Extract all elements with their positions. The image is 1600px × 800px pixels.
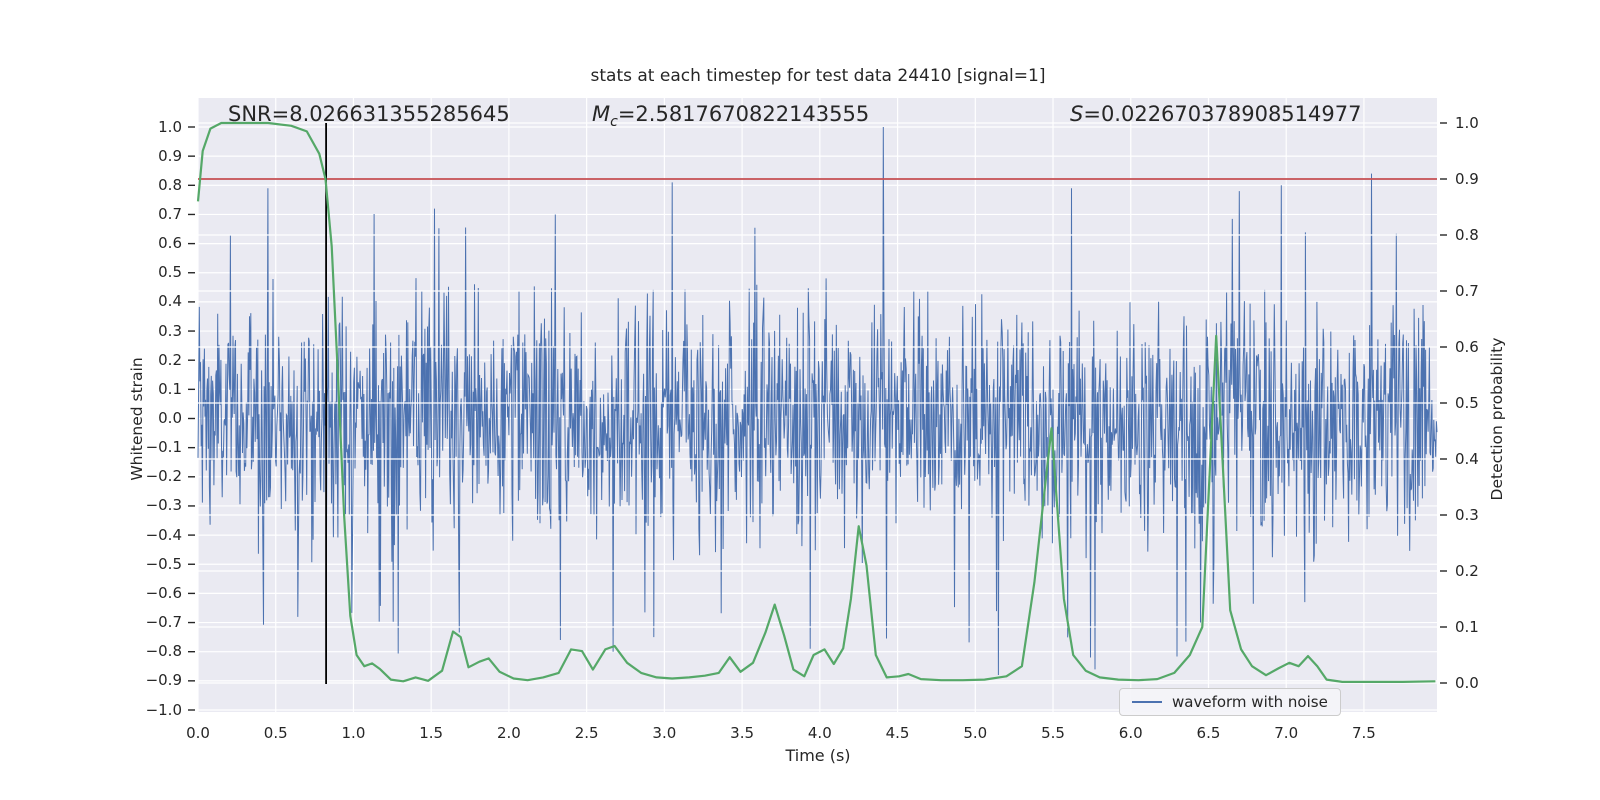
x-tick-label: 6.0 xyxy=(1118,724,1143,742)
x-axis-label: Time (s) xyxy=(785,746,851,765)
y-left-axis-label: Whitened strain xyxy=(128,357,146,481)
figure: stats at each timestep for test data 244… xyxy=(0,0,1600,800)
x-tick-label: 3.0 xyxy=(652,724,677,742)
y-right-tick-label: 0.7 xyxy=(1455,281,1479,300)
y-left-tick-label: 0.7 xyxy=(158,204,182,223)
x-tick-label: 1.0 xyxy=(341,724,366,742)
y-left-tick-label: 0.3 xyxy=(158,321,182,340)
legend-line-sample xyxy=(1132,701,1162,703)
y-right-tick-label: 0.2 xyxy=(1455,561,1479,580)
y-left-tick-label: −0.3 xyxy=(145,496,182,515)
y-right-axis-label: Detection probability xyxy=(1488,337,1506,501)
y-right-tick-label: 0.8 xyxy=(1455,225,1479,244)
y-right-tick-label: 0.3 xyxy=(1455,505,1479,524)
y-left-tick-label: −0.8 xyxy=(145,642,182,661)
y-left-tick-label: 0.9 xyxy=(158,146,182,165)
y-right-tick-label: 0.5 xyxy=(1455,393,1479,412)
y-left-tick-label: −0.2 xyxy=(145,467,182,486)
y-right-tick-label: 0.9 xyxy=(1455,169,1479,188)
y-left-tick-label: −0.5 xyxy=(145,554,182,573)
y-right-tick-label: 0.0 xyxy=(1455,673,1479,692)
annotation-snr: SNR=8.026631355285645 xyxy=(228,102,510,126)
y-left-tick-label: 0.5 xyxy=(158,263,182,282)
y-left-tick-label: −0.4 xyxy=(145,525,182,544)
x-tick-label: 7.5 xyxy=(1351,724,1376,742)
y-left-tick-label: −0.6 xyxy=(145,583,182,602)
y-right-tick-label: 0.6 xyxy=(1455,337,1479,356)
x-tick-label: 6.5 xyxy=(1196,724,1221,742)
chart-title: stats at each timestep for test data 244… xyxy=(590,66,1046,86)
x-tick-label: 0.0 xyxy=(186,724,210,742)
y-left-tick-label: −1.0 xyxy=(145,700,182,719)
y-left-tick-label: 0.1 xyxy=(158,379,182,398)
legend-label: waveform with noise xyxy=(1172,693,1328,711)
y-left-tick-label: 1.0 xyxy=(158,117,182,136)
annotation-stat-s: S=0.022670378908514977 xyxy=(1070,102,1362,126)
x-tick-label: 5.5 xyxy=(1041,724,1065,742)
x-tick-label: 0.5 xyxy=(263,724,288,742)
x-tick-label: 2.0 xyxy=(496,724,521,742)
y-left-tick-label: −0.7 xyxy=(145,613,182,632)
annotation-chirp-mass: Mc=2.5817670822143555 xyxy=(592,102,870,131)
legend: waveform with noise xyxy=(1119,688,1341,716)
y-left-tick-label: −0.1 xyxy=(145,438,182,457)
y-left-tick-label: 0.4 xyxy=(158,292,182,311)
x-tick-label: 2.5 xyxy=(574,724,599,742)
y-left-tick-label: 0.0 xyxy=(158,409,182,427)
y-left-tick-label: 0.8 xyxy=(158,175,182,194)
x-tick-label: 4.0 xyxy=(807,724,832,742)
y-left-tick-label: 0.2 xyxy=(158,350,182,369)
x-tick-label: 5.0 xyxy=(963,724,988,742)
x-tick-label: 7.0 xyxy=(1274,724,1299,742)
y-right-tick-label: 0.1 xyxy=(1455,617,1479,636)
y-right-tick-label: 1.0 xyxy=(1455,113,1479,132)
x-tick-label: 3.5 xyxy=(730,724,755,742)
x-tick-label: 1.5 xyxy=(419,724,444,742)
y-left-tick-label: 0.6 xyxy=(158,234,182,253)
x-tick-label: 4.5 xyxy=(885,724,910,742)
y-left-tick-label: −0.9 xyxy=(145,671,182,690)
y-right-tick-label: 0.4 xyxy=(1455,449,1479,468)
